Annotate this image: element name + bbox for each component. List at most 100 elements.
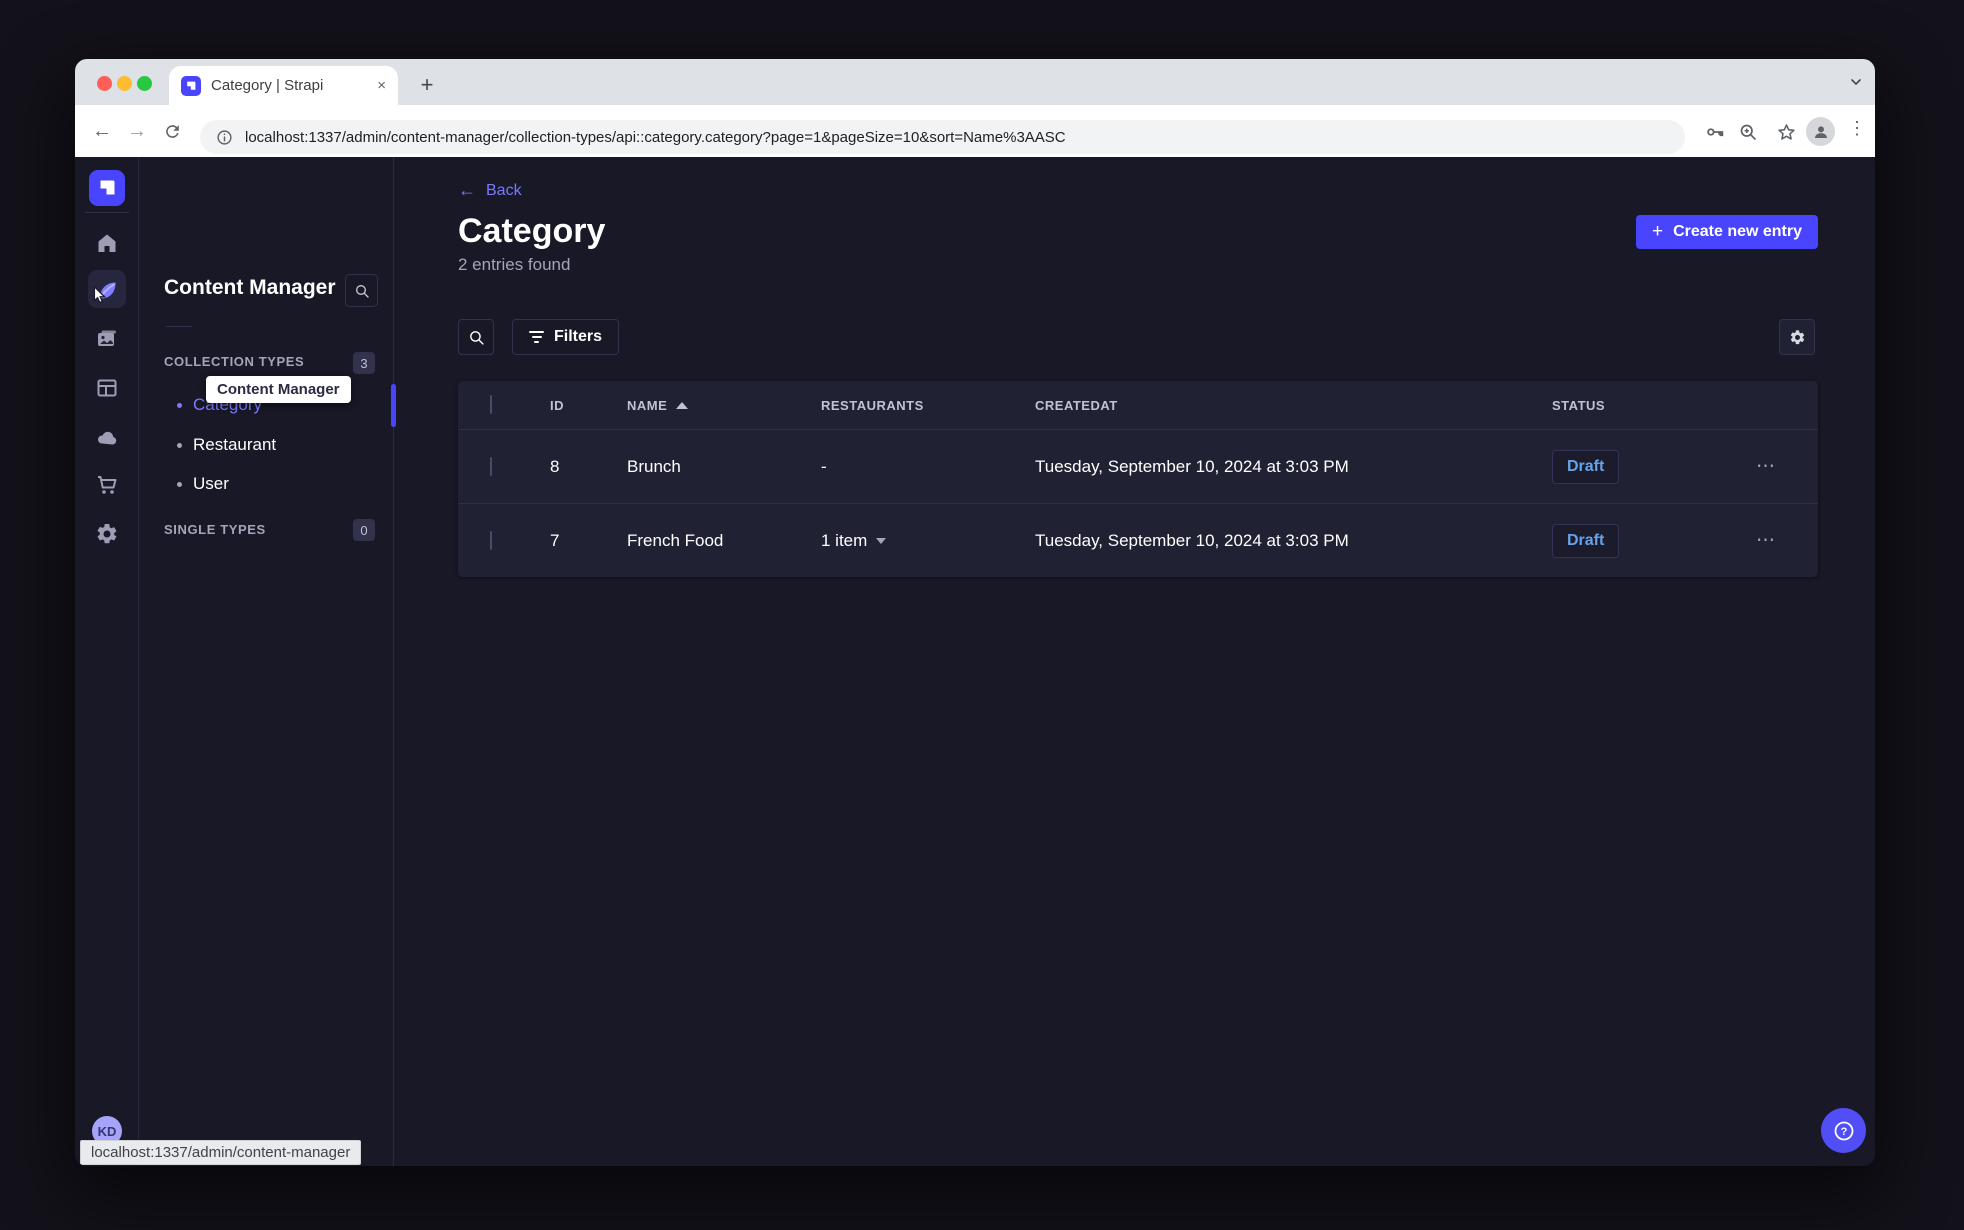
cell-createdat: Tuesday, September 10, 2024 at 3:03 PM	[1035, 456, 1349, 476]
home-icon[interactable]	[95, 231, 119, 255]
tab-title: Category | Strapi	[211, 77, 324, 94]
table-settings-button[interactable]	[1779, 319, 1815, 355]
single-types-label: SINGLE TYPES	[164, 522, 266, 537]
sort-ascending-icon	[676, 401, 689, 409]
url-text[interactable]: localhost:1337/admin/content-manager/col…	[245, 129, 1066, 146]
back-label: Back	[486, 181, 522, 199]
tab-strip: Category | Strapi × +	[75, 59, 1875, 105]
new-tab-button[interactable]: +	[413, 71, 441, 99]
create-new-entry-button[interactable]: + Create new entry	[1635, 215, 1818, 249]
status-badge: Draft	[1552, 523, 1620, 558]
cell-id: 7	[550, 530, 560, 550]
row-actions-menu[interactable]: ⋯	[1748, 455, 1818, 478]
marketplace-cart-icon[interactable]	[95, 473, 119, 497]
strapi-app: KD Content Manager COLLECTION TYPES 3 Ca…	[75, 157, 1875, 1166]
header-name-label: NAME	[627, 397, 668, 413]
main-content: ← Back Category 2 entries found + Create…	[394, 157, 1875, 1166]
sidebar-item-user[interactable]: User	[139, 464, 393, 504]
row-checkbox[interactable]	[490, 456, 492, 476]
filter-icon	[529, 331, 544, 343]
entries-count: 2 entries found	[458, 255, 571, 274]
window-close-button[interactable]	[97, 76, 112, 91]
subnav-title: Content Manager	[164, 276, 336, 299]
page-info-icon[interactable]	[216, 129, 233, 146]
url-bar[interactable]: localhost:1337/admin/content-manager/col…	[200, 120, 1685, 154]
strapi-logo[interactable]	[89, 170, 125, 206]
header-name[interactable]: NAME	[627, 398, 821, 413]
settings-gear-icon[interactable]	[95, 522, 119, 546]
browser-forward-button[interactable]: →	[122, 105, 152, 157]
bullet-icon	[177, 402, 182, 408]
filters-label: Filters	[554, 328, 603, 345]
subnav-search-button[interactable]	[345, 274, 378, 307]
cursor-pointer	[88, 285, 110, 312]
tab-search-chevron-icon[interactable]	[1849, 75, 1863, 94]
sidebar-item-restaurant[interactable]: Restaurant	[139, 425, 393, 465]
header-id[interactable]: ID	[550, 398, 627, 413]
header-status[interactable]: STATUS	[1552, 398, 1748, 413]
bookmark-star-icon[interactable]	[1773, 119, 1799, 145]
browser-back-button[interactable]: ←	[87, 105, 117, 157]
media-library-icon[interactable]	[95, 327, 119, 351]
row-actions-menu[interactable]: ⋯	[1748, 529, 1818, 552]
back-arrow-icon: ←	[458, 180, 476, 200]
help-button[interactable]: ?	[1821, 1108, 1866, 1153]
content-manager-tooltip: Content Manager	[206, 376, 351, 403]
browser-tab[interactable]: Category | Strapi ×	[169, 66, 398, 105]
table-row[interactable]: 7 French Food 1 item Tuesday, September …	[458, 503, 1818, 577]
browser-window: Category | Strapi × + ← → localhost:1337…	[75, 59, 1875, 1166]
entries-table: ID NAME RESTAURANTS CREATEDAT STATUS 8 B…	[458, 381, 1818, 577]
strapi-favicon-icon	[181, 75, 201, 96]
window-zoom-button[interactable]	[137, 76, 152, 91]
search-icon	[355, 284, 369, 298]
browser-profile-avatar[interactable]	[1806, 117, 1835, 146]
header-createdat[interactable]: CREATEDAT	[1035, 398, 1552, 413]
status-badge: Draft	[1552, 449, 1620, 484]
gear-icon	[1790, 329, 1804, 344]
page-title: Category	[458, 212, 606, 250]
subnav-scrollbar[interactable]	[391, 384, 396, 427]
question-mark-icon: ?	[1834, 1121, 1853, 1140]
cloud-icon[interactable]	[95, 425, 119, 449]
browser-toolbar: ← → localhost:1337/admin/content-manager…	[75, 105, 1875, 157]
collection-types-count-badge: 3	[353, 352, 375, 374]
cell-restaurants: -	[821, 456, 827, 476]
table-row[interactable]: 8 Brunch - Tuesday, September 10, 2024 a…	[458, 429, 1818, 503]
back-link[interactable]: ← Back	[458, 180, 522, 201]
cell-name: Brunch	[627, 456, 681, 476]
plus-icon: +	[1651, 221, 1664, 242]
row-checkbox[interactable]	[490, 530, 492, 550]
bullet-icon	[177, 481, 182, 487]
zoom-icon[interactable]	[1735, 119, 1761, 145]
chevron-down-icon	[876, 537, 887, 544]
tab-close-icon[interactable]: ×	[377, 77, 386, 94]
content-manager-subnav: Content Manager COLLECTION TYPES 3 Categ…	[139, 157, 396, 1166]
content-type-builder-icon[interactable]	[95, 376, 119, 400]
collection-types-label: COLLECTION TYPES	[164, 354, 305, 369]
cell-createdat: Tuesday, September 10, 2024 at 3:03 PM	[1035, 530, 1349, 550]
window-minimize-button[interactable]	[117, 76, 132, 91]
rail-divider	[85, 212, 129, 213]
cell-name: French Food	[627, 530, 724, 550]
search-icon	[469, 330, 484, 345]
select-all-checkbox[interactable]	[490, 395, 492, 414]
create-new-entry-label: Create new entry	[1673, 223, 1802, 240]
header-restaurants[interactable]: RESTAURANTS	[821, 398, 1035, 413]
password-key-icon[interactable]	[1702, 119, 1728, 145]
browser-menu-icon[interactable]: ⋮	[1847, 118, 1867, 139]
main-nav-rail: KD	[75, 157, 139, 1166]
sidebar-item-label: Restaurant	[193, 435, 277, 454]
single-types-count-badge: 0	[353, 519, 375, 541]
restaurants-count-label: 1 item	[821, 530, 868, 550]
sidebar-item-label: User	[193, 474, 229, 493]
bullet-icon	[177, 442, 182, 448]
svg-text:?: ?	[1840, 1126, 1847, 1138]
subnav-divider	[166, 326, 192, 327]
table-search-button[interactable]	[458, 319, 494, 355]
browser-refresh-button[interactable]	[157, 105, 187, 157]
filters-button[interactable]: Filters	[512, 319, 620, 355]
table-header-row: ID NAME RESTAURANTS CREATEDAT STATUS	[458, 381, 1818, 429]
link-status-bar: localhost:1337/admin/content-manager	[80, 1140, 362, 1165]
cell-restaurants[interactable]: 1 item	[821, 531, 1035, 551]
cell-id: 8	[550, 456, 560, 476]
